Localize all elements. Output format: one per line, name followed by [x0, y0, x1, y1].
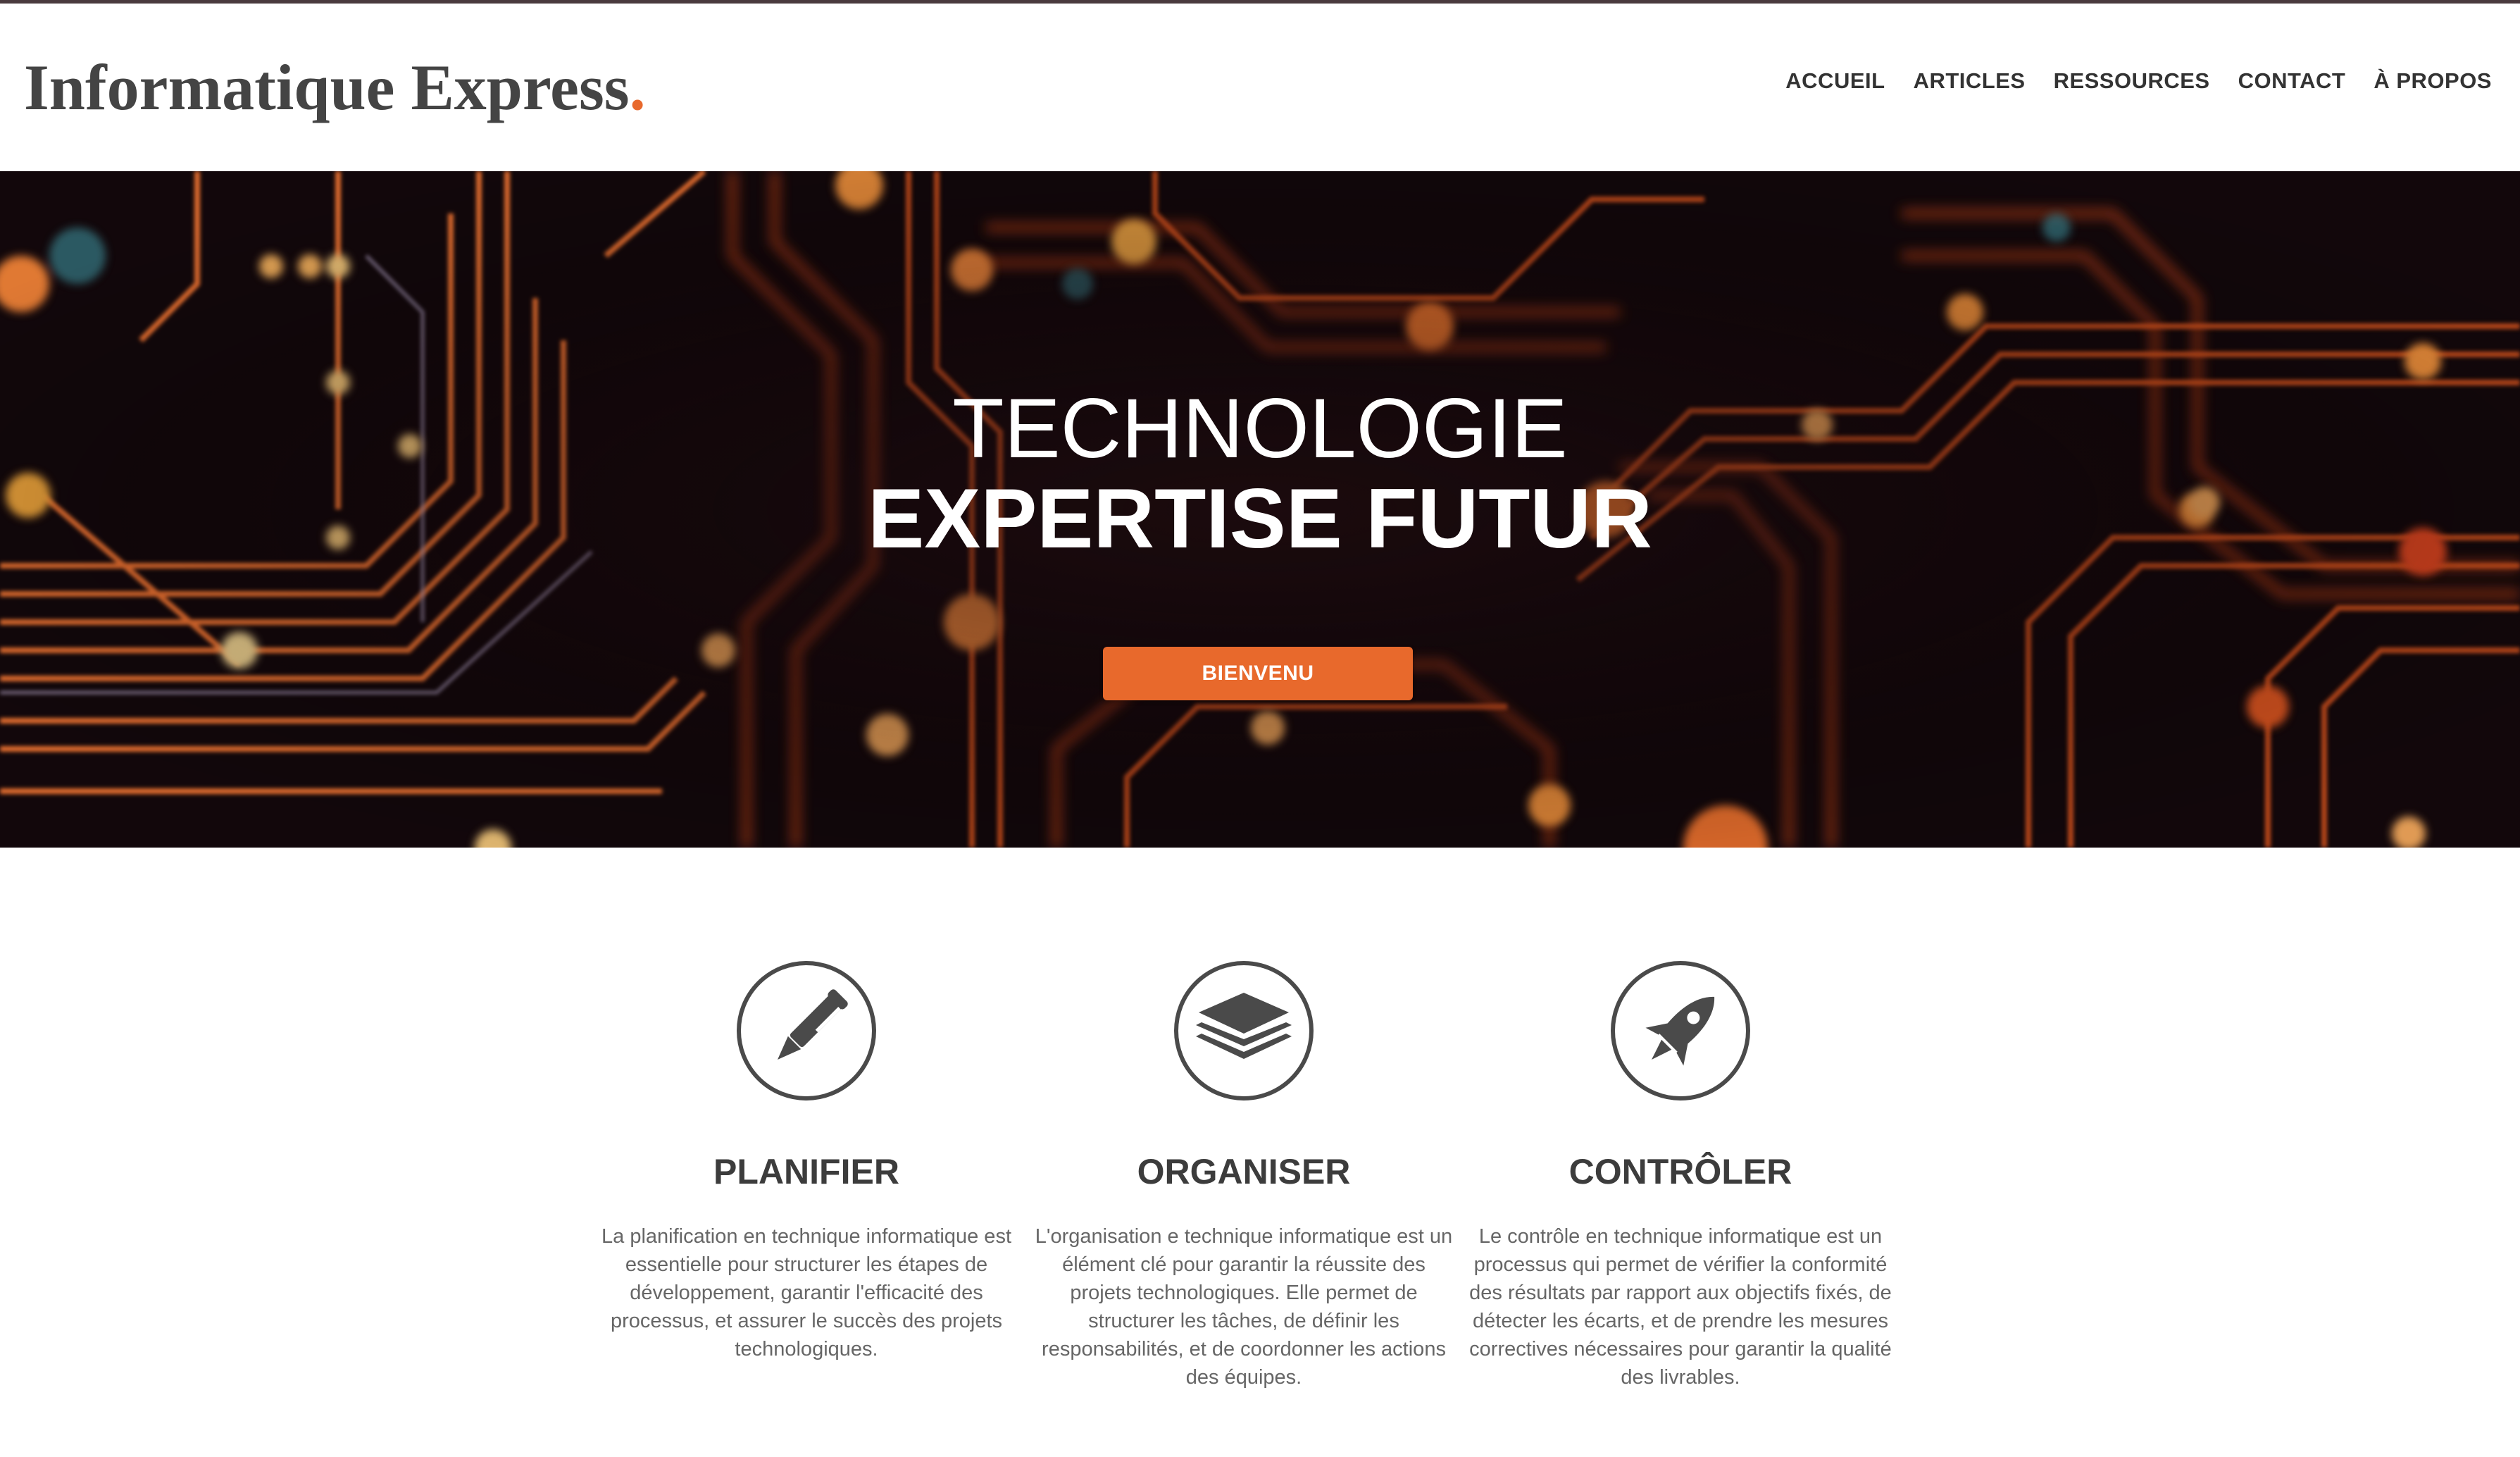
- site-header: Informatique Express. ACCUEIL ARTICLES R…: [0, 4, 2520, 171]
- nav-item-accueil[interactable]: ACCUEIL: [1785, 68, 1885, 94]
- page: Informatique Express. ACCUEIL ARTICLES R…: [0, 0, 2520, 1457]
- site-logo[interactable]: Informatique Express.: [24, 46, 646, 129]
- nav-item-articles[interactable]: ARTICLES: [1914, 68, 2026, 94]
- feature-text: Le contrôle en technique informatique es…: [1469, 1225, 1892, 1389]
- nav-item-contact[interactable]: CONTACT: [2238, 68, 2346, 94]
- feature-title: PLANIFIER: [713, 1152, 899, 1191]
- layers-icon: [1174, 961, 1314, 1100]
- nav-item-a-propos[interactable]: À PROPOS: [2374, 68, 2492, 94]
- hero-heading-line2: EXPERTISE FUTUR: [868, 471, 1652, 566]
- feature-text: La planification en technique informatiq…: [601, 1225, 1011, 1360]
- feature-text: L'organisation e technique informatique …: [1035, 1225, 1453, 1389]
- features-section: PLANIFIER La planification en technique …: [0, 848, 2520, 1457]
- hero-heading-line1: TECHNOLOGIE: [952, 381, 1568, 476]
- logo-text: Informatique Express: [24, 51, 630, 123]
- feature-title: CONTRÔLER: [1568, 1152, 1792, 1191]
- nav-item-ressources[interactable]: RESSOURCES: [2054, 68, 2210, 94]
- hero-banner: TECHNOLOGIE EXPERTISE FUTUR BIENVENU: [0, 171, 2520, 848]
- rocket-icon: [1611, 961, 1750, 1100]
- bienvenu-button[interactable]: BIENVENU: [1103, 647, 1413, 700]
- logo-dot: .: [629, 51, 646, 123]
- pen-icon: [737, 961, 876, 1100]
- main-nav: ACCUEIL ARTICLES RESSOURCES CONTACT À PR…: [1785, 68, 2492, 94]
- feature-title: ORGANISER: [1137, 1152, 1351, 1191]
